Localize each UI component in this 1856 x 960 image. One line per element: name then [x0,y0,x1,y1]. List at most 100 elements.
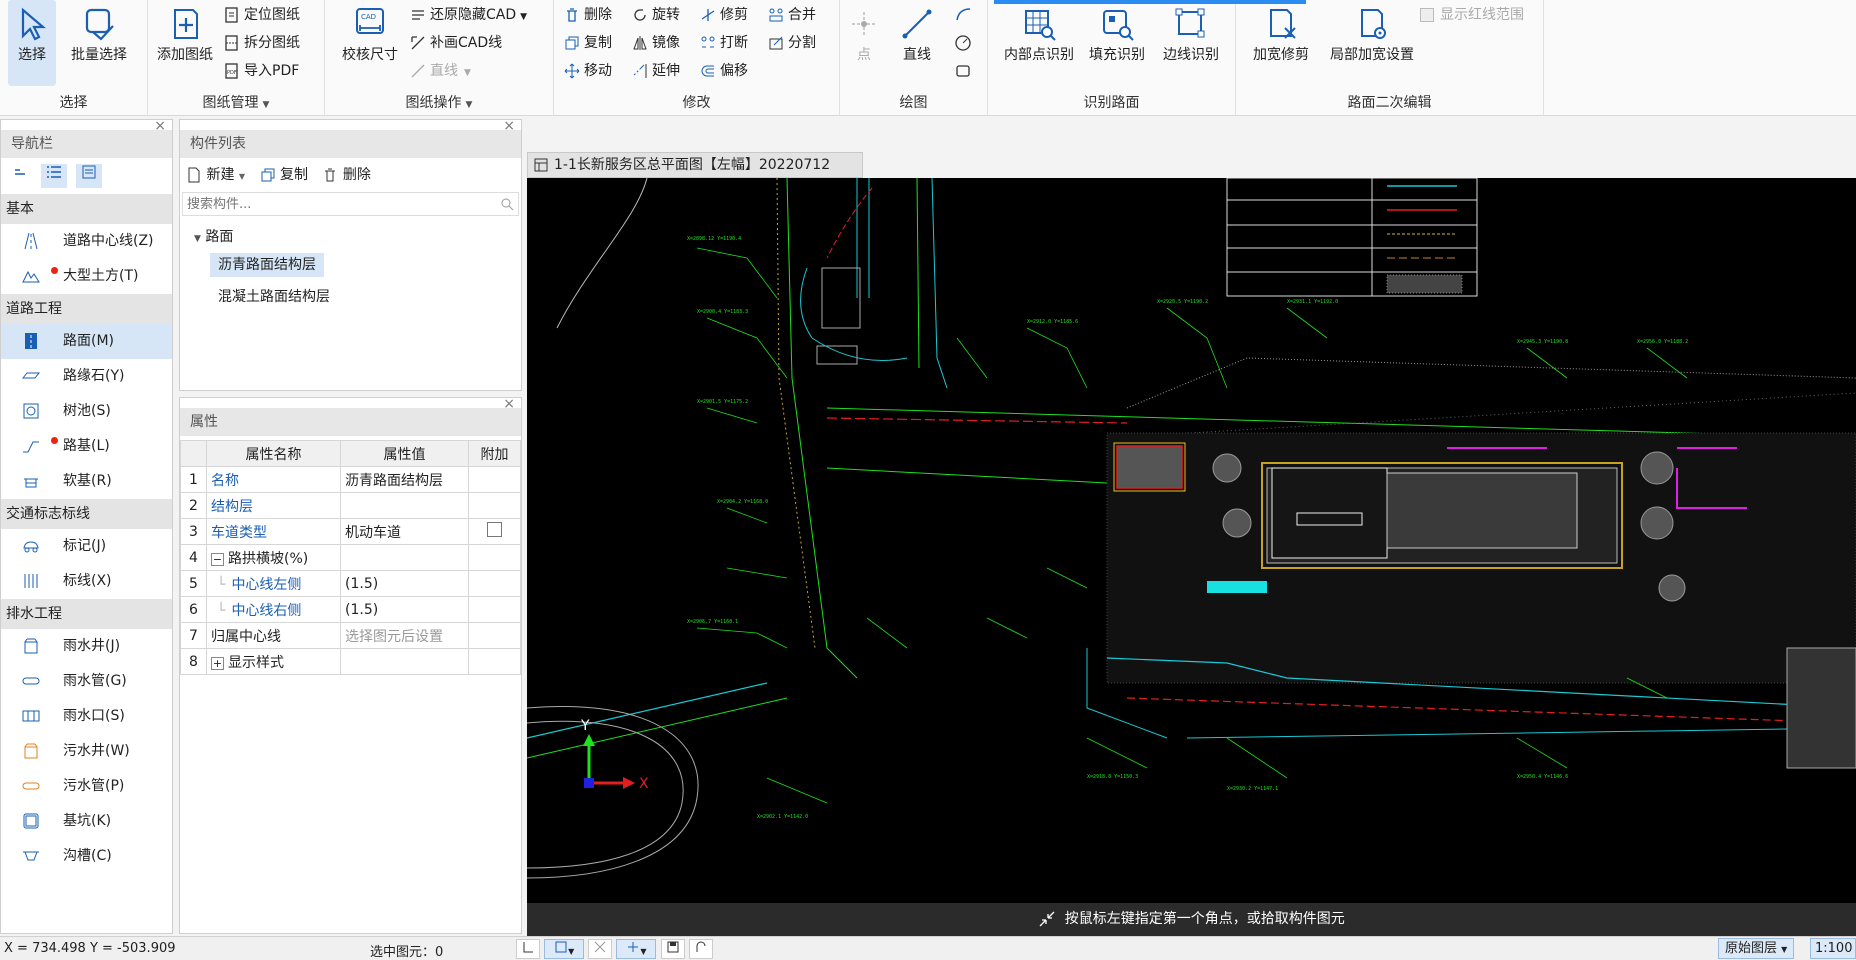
copy-tool-button[interactable]: 复制 [564,30,612,56]
layer-selector[interactable]: 原始图层 ▼ [1718,938,1795,959]
drawing-tab[interactable]: 1-1长新服务区总平面图【左幅】20220712 [527,152,863,178]
property-row[interactable]: 8 + 显示样式 [180,648,521,675]
delete-component-button[interactable]: 删除 [322,167,371,183]
nav-item[interactable]: 基坑(K) [1,804,172,839]
line-button[interactable]: 直线 [892,0,942,86]
move-tool-button[interactable]: 移动 [564,58,612,84]
copy-component-button[interactable]: 复制 [260,167,308,183]
group-label-drawing-operations[interactable]: 图纸操作 ▼ [325,92,553,112]
nav-item[interactable]: 污水管(P) [1,769,172,804]
snap-mode-icon[interactable]: ▼ [544,939,585,959]
locate-drawing-button[interactable]: 定位图纸 [224,2,300,28]
expand-icon[interactable]: + [211,656,224,670]
edge-identify-button[interactable]: 边线识别 [1156,0,1226,86]
cad-canvas[interactable]: X=2898.12 Y=1190.4 X=2900.4 Y=1183.3 X=29… [527,178,1856,903]
add-drawing-button[interactable]: 添加图纸 [152,0,218,86]
calibrate-size-button[interactable]: CAD 校核尺寸 [337,0,403,86]
batch-select-button[interactable]: 批量选择 [66,0,132,86]
nav-section-header[interactable]: 排水工程 [1,599,172,629]
group-label-drawing-management[interactable]: 图纸管理 ▼ [148,92,324,112]
object-snap-icon[interactable]: ▼ [616,939,657,959]
property-value[interactable]: 机动车道 [340,518,469,545]
close-icon[interactable]: × [503,118,515,134]
property-value[interactable] [340,648,469,675]
nav-section-header[interactable]: 基本 [1,194,172,224]
rotate-tool-button[interactable]: 旋转 [632,2,680,28]
expand-icon[interactable]: ▼ [194,234,201,244]
grid-snap-icon[interactable] [588,939,613,959]
select-button[interactable]: 选择 [8,0,56,86]
nav-section-header[interactable]: 交通标志标线 [1,499,172,529]
circle-button[interactable] [954,30,976,56]
property-value[interactable]: 沥青路面结构层 [340,466,469,493]
local-widen-settings-button[interactable]: 局部加宽设置 [1322,0,1422,86]
new-component-button[interactable]: 新建 ▼ [186,167,245,183]
search-icon[interactable] [500,197,514,211]
tree-item[interactable]: 混凝土路面结构层 [218,282,521,312]
collapse-icon[interactable]: − [211,552,224,566]
nav-item[interactable]: 道路中心线(Z) [1,224,172,259]
arc-button[interactable] [954,2,976,28]
component-search-input[interactable] [183,193,485,215]
divide-tool-button[interactable]: 分割 [768,30,816,56]
widen-trim-button[interactable]: 加宽修剪 [1246,0,1316,86]
nav-item[interactable]: 树池(S) [1,394,172,429]
show-redline-checkbox[interactable]: 显示红线范围 [1420,2,1524,28]
nav-item[interactable]: 沟槽(C) [1,839,172,874]
nav-item[interactable]: 污水井(W) [1,734,172,769]
nav-item[interactable]: 雨水管(G) [1,664,172,699]
property-value[interactable] [340,492,469,519]
mirror-tool-button[interactable]: 镜像 [632,30,680,56]
line-disabled-button[interactable]: 直线 ▼ [410,58,471,84]
nav-item[interactable]: 标记(J) [1,529,172,564]
extend-tool-button[interactable]: 延伸 [632,58,680,84]
property-value[interactable] [340,544,469,571]
import-pdf-button[interactable]: PDF 导入PDF [224,58,299,84]
checkbox-box[interactable] [1420,8,1434,22]
nav-item[interactable]: 雨水口(S) [1,699,172,734]
nav-item[interactable]: 路面(M) [1,324,172,359]
ortho-icon[interactable] [516,939,540,959]
rectangle-button[interactable] [954,58,976,84]
tree-item[interactable]: 沥青路面结构层 [210,252,521,282]
merge-tool-button[interactable]: 合并 [768,2,816,28]
close-icon[interactable]: × [154,120,166,134]
attach-checkbox[interactable] [487,522,502,537]
delete-tool-button[interactable]: 删除 [564,2,612,28]
nav-item[interactable]: 路基(L) [1,429,172,464]
property-value[interactable]: (1.5) [340,596,469,623]
break-tool-button[interactable]: 打断 [700,30,748,56]
point-button[interactable]: 点 [844,0,884,86]
nav-item[interactable]: 软基(R) [1,464,172,499]
split-drawing-button[interactable]: 拆分图纸 [224,30,300,56]
offset-tool-button[interactable]: 偏移 [700,58,748,84]
property-row[interactable]: 7 归属中心线 选择图元后设置 [180,622,521,649]
property-row[interactable]: 1 名称 沥青路面结构层 [180,466,521,493]
property-value[interactable]: 选择图元后设置 [340,622,469,649]
property-row[interactable]: 5 └ 中心线左侧 (1.5) [180,570,521,597]
scale-selector[interactable]: 1:100 [1810,938,1856,959]
nav-item[interactable]: 标线(X) [1,564,172,599]
inner-point-identify-button[interactable]: 内部点识别 [1000,0,1078,86]
nav-section-header[interactable]: 道路工程 [1,294,172,324]
property-row[interactable]: 4− 路拱横坡(%) [180,544,521,571]
detail-view-icon[interactable] [75,164,102,188]
dynamic-input-icon[interactable] [688,939,713,959]
nav-item[interactable]: 雨水井(J) [1,629,172,664]
collapse-view-icon[interactable] [7,164,33,188]
supplement-cad-line-button[interactable]: 补画CAD线 [410,30,502,56]
nav-item[interactable]: 大型土方(T) [1,259,172,294]
restore-hidden-cad-button[interactable]: 还原隐藏CAD ▼ [410,2,527,28]
tree-node-pavement[interactable]: ▼ 路面 [194,222,521,252]
list-view-icon[interactable] [41,164,68,188]
property-row[interactable]: 2 结构层 [180,492,521,519]
property-row[interactable]: 6 └ 中心线右侧 (1.5) [180,596,521,623]
cad-drawing[interactable]: X=2898.12 Y=1190.4 X=2900.4 Y=1183.3 X=29… [527,178,1856,903]
close-icon[interactable]: × [503,396,515,412]
property-row[interactable]: 3 车道类型 机动车道 [180,518,521,545]
fill-identify-button[interactable]: 填充识别 [1082,0,1152,86]
property-value[interactable]: (1.5) [340,570,469,597]
trim-tool-button[interactable]: 修剪 [700,2,748,28]
nav-item[interactable]: 路缘石(Y) [1,359,172,394]
save-view-icon[interactable] [660,939,685,959]
